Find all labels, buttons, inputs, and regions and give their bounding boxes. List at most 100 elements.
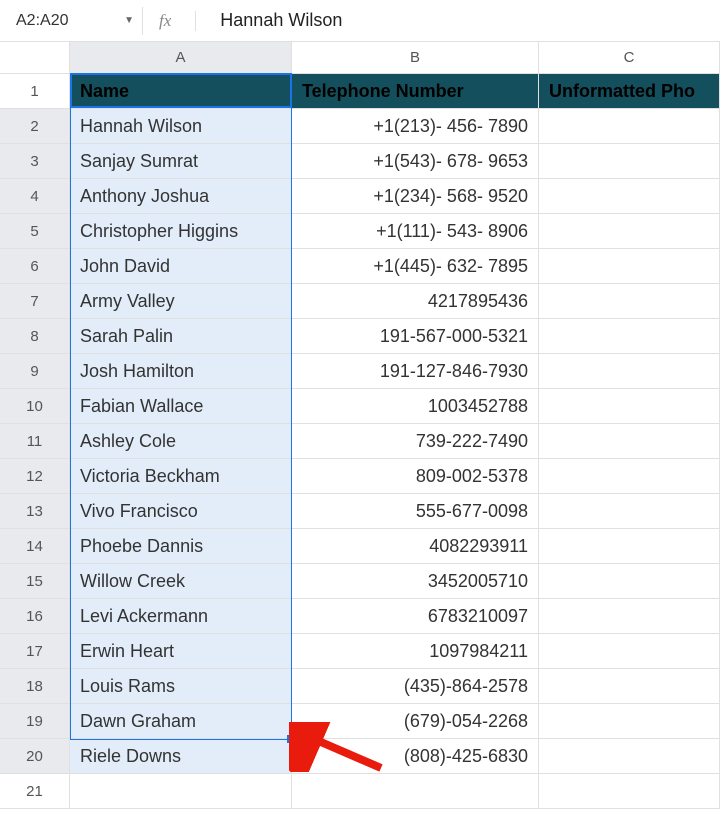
- row-header[interactable]: 19: [0, 704, 70, 738]
- cell-name[interactable]: Fabian Wallace: [70, 389, 292, 423]
- cell-unformatted[interactable]: [539, 284, 720, 318]
- row-header[interactable]: 6: [0, 249, 70, 283]
- row-header[interactable]: 11: [0, 424, 70, 458]
- formula-input[interactable]: Hannah Wilson: [204, 10, 342, 31]
- row-header[interactable]: 17: [0, 634, 70, 668]
- cell-telephone[interactable]: +1(234)- 568- 9520: [292, 179, 539, 213]
- row-header[interactable]: 15: [0, 564, 70, 598]
- row-header[interactable]: 12: [0, 459, 70, 493]
- cell-a21[interactable]: [70, 774, 292, 808]
- cell-unformatted[interactable]: [539, 669, 720, 703]
- cell-telephone[interactable]: (435)-864-2578: [292, 669, 539, 703]
- cell-telephone[interactable]: +1(213)- 456- 7890: [292, 109, 539, 143]
- cell-unformatted[interactable]: [539, 599, 720, 633]
- cell-telephone[interactable]: +1(111)- 543- 8906: [292, 214, 539, 248]
- cell-name[interactable]: Sarah Palin: [70, 319, 292, 353]
- column-header-c[interactable]: C: [539, 42, 720, 73]
- row-header[interactable]: 7: [0, 284, 70, 318]
- column-header-a[interactable]: A: [70, 42, 292, 73]
- row-header[interactable]: 20: [0, 739, 70, 773]
- cell-name[interactable]: Willow Creek: [70, 564, 292, 598]
- row-header[interactable]: 9: [0, 354, 70, 388]
- cell-unformatted[interactable]: [539, 739, 720, 773]
- cell-name[interactable]: Erwin Heart: [70, 634, 292, 668]
- cell-telephone[interactable]: (679)-054-2268: [292, 704, 539, 738]
- cell-name[interactable]: Christopher Higgins: [70, 214, 292, 248]
- cell-telephone[interactable]: 1097984211: [292, 634, 539, 668]
- cell-unformatted[interactable]: [539, 249, 720, 283]
- row-header[interactable]: 10: [0, 389, 70, 423]
- cell-telephone[interactable]: 739-222-7490: [292, 424, 539, 458]
- cell-telephone[interactable]: 1003452788: [292, 389, 539, 423]
- row-header[interactable]: 16: [0, 599, 70, 633]
- cell-name[interactable]: Anthony Joshua: [70, 179, 292, 213]
- cell-unformatted[interactable]: [539, 214, 720, 248]
- table-row: 2Hannah Wilson+1(213)- 456- 7890: [0, 109, 720, 144]
- cell-telephone[interactable]: 6783210097: [292, 599, 539, 633]
- cell-name[interactable]: Ashley Cole: [70, 424, 292, 458]
- header-unformatted[interactable]: Unformatted Pho: [539, 74, 720, 108]
- cell-c21[interactable]: [539, 774, 720, 808]
- row-header[interactable]: 14: [0, 529, 70, 563]
- cell-name[interactable]: Vivo Francisco: [70, 494, 292, 528]
- cell-unformatted[interactable]: [539, 319, 720, 353]
- cell-name[interactable]: Josh Hamilton: [70, 354, 292, 388]
- cell-name[interactable]: Hannah Wilson: [70, 109, 292, 143]
- dropdown-icon[interactable]: ▼: [124, 15, 134, 26]
- table-row: 17Erwin Heart1097984211: [0, 634, 720, 669]
- cell-telephone[interactable]: 191-127-846-7930: [292, 354, 539, 388]
- column-headers: A B C: [0, 42, 720, 74]
- table-row: 6John David+1(445)- 632- 7895: [0, 249, 720, 284]
- cell-unformatted[interactable]: [539, 529, 720, 563]
- name-box[interactable]: A2:A20 ▼: [8, 7, 143, 35]
- cell-name[interactable]: Victoria Beckham: [70, 459, 292, 493]
- cell-telephone[interactable]: (808)-425-6830: [292, 739, 539, 773]
- cell-name[interactable]: Louis Rams: [70, 669, 292, 703]
- cell-unformatted[interactable]: [539, 354, 720, 388]
- cell-name[interactable]: Sanjay Sumrat: [70, 144, 292, 178]
- cell-unformatted[interactable]: [539, 494, 720, 528]
- cell-name[interactable]: Army Valley: [70, 284, 292, 318]
- row-header[interactable]: 18: [0, 669, 70, 703]
- cell-name[interactable]: Dawn Graham: [70, 704, 292, 738]
- cell-telephone[interactable]: 3452005710: [292, 564, 539, 598]
- cell-telephone[interactable]: 809-002-5378: [292, 459, 539, 493]
- cell-unformatted[interactable]: [539, 564, 720, 598]
- cell-name[interactable]: Riele Downs: [70, 739, 292, 773]
- row-header[interactable]: 3: [0, 144, 70, 178]
- cell-unformatted[interactable]: [539, 424, 720, 458]
- empty-row: 21: [0, 774, 720, 809]
- cell-unformatted[interactable]: [539, 704, 720, 738]
- cell-telephone[interactable]: +1(445)- 632- 7895: [292, 249, 539, 283]
- cell-telephone[interactable]: 191-567-000-5321: [292, 319, 539, 353]
- table-row: 15Willow Creek3452005710: [0, 564, 720, 599]
- table-row: 18Louis Rams(435)-864-2578: [0, 669, 720, 704]
- cell-name[interactable]: Levi Ackermann: [70, 599, 292, 633]
- table-row: 5Christopher Higgins+1(111)- 543- 8906: [0, 214, 720, 249]
- cell-name[interactable]: Phoebe Dannis: [70, 529, 292, 563]
- cell-telephone[interactable]: 4082293911: [292, 529, 539, 563]
- row-header[interactable]: 5: [0, 214, 70, 248]
- cell-telephone[interactable]: 555-677-0098: [292, 494, 539, 528]
- row-header[interactable]: 2: [0, 109, 70, 143]
- column-header-b[interactable]: B: [292, 42, 539, 73]
- row-header[interactable]: 8: [0, 319, 70, 353]
- cell-unformatted[interactable]: [539, 144, 720, 178]
- header-name[interactable]: Name: [70, 74, 292, 108]
- row-header-21[interactable]: 21: [0, 774, 70, 808]
- header-telephone[interactable]: Telephone Number: [292, 74, 539, 108]
- row-header[interactable]: 4: [0, 179, 70, 213]
- cell-telephone[interactable]: +1(543)- 678- 9653: [292, 144, 539, 178]
- row-header-1[interactable]: 1: [0, 74, 70, 108]
- name-box-value: A2:A20: [16, 12, 68, 30]
- cell-telephone[interactable]: 4217895436: [292, 284, 539, 318]
- cell-unformatted[interactable]: [539, 179, 720, 213]
- cell-unformatted[interactable]: [539, 389, 720, 423]
- cell-b21[interactable]: [292, 774, 539, 808]
- row-header[interactable]: 13: [0, 494, 70, 528]
- cell-unformatted[interactable]: [539, 459, 720, 493]
- cell-name[interactable]: John David: [70, 249, 292, 283]
- select-all-corner[interactable]: [0, 42, 70, 73]
- cell-unformatted[interactable]: [539, 109, 720, 143]
- cell-unformatted[interactable]: [539, 634, 720, 668]
